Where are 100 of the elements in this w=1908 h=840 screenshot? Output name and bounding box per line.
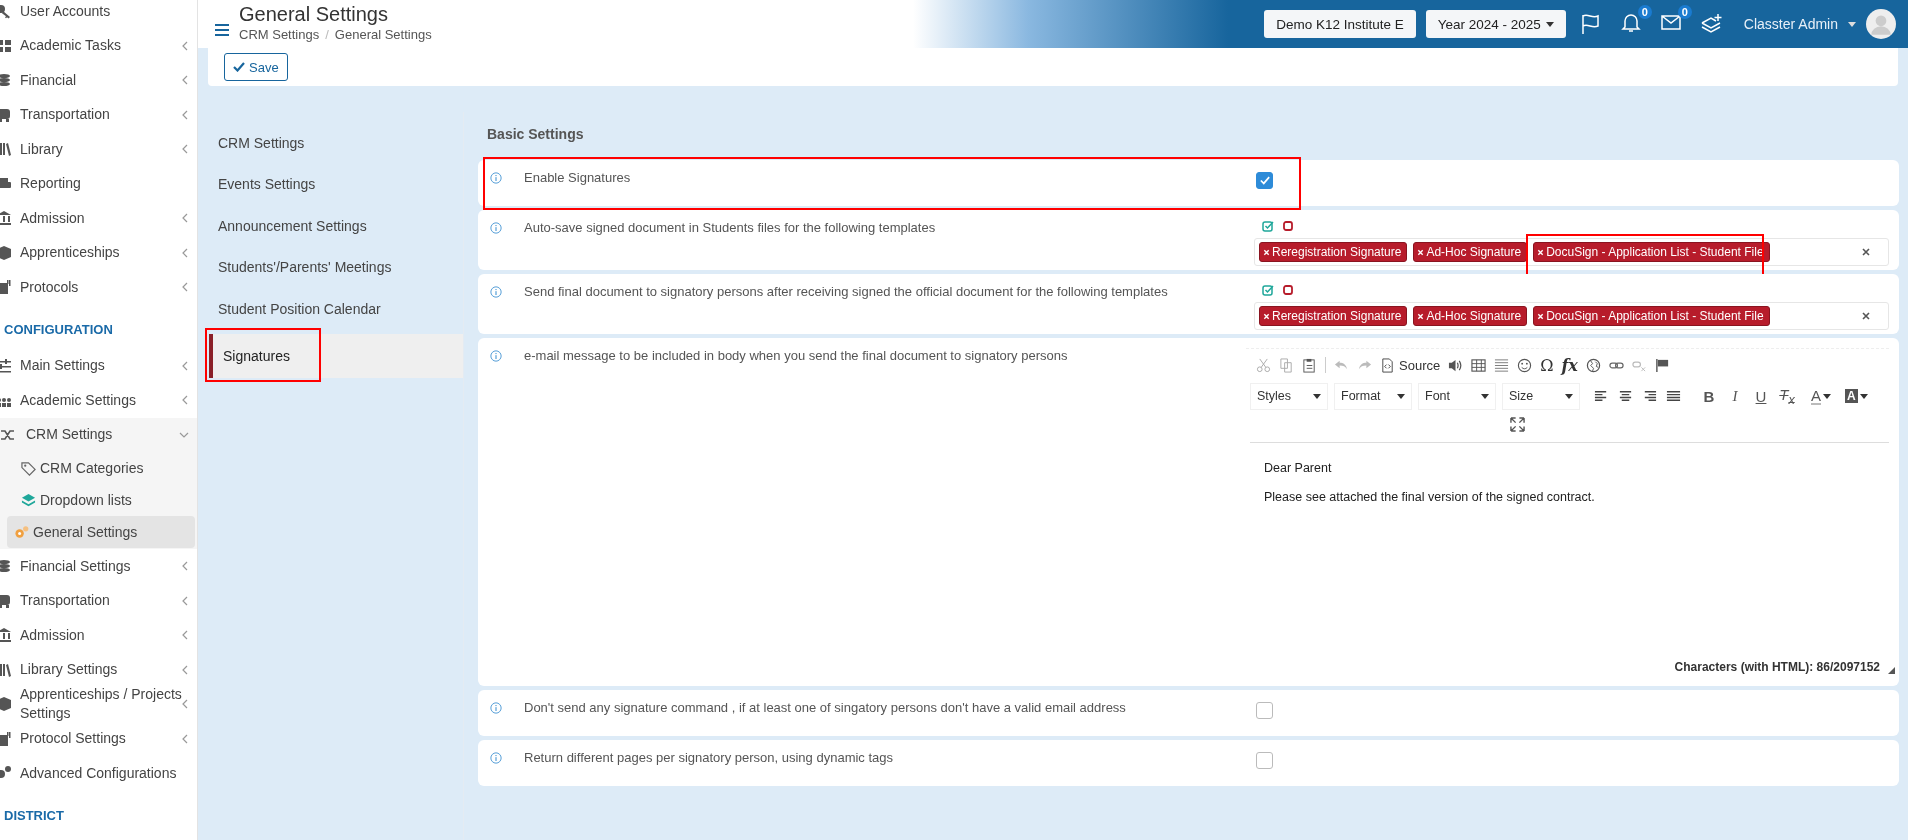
year-selector[interactable]: Year 2024 - 2025 [1425, 10, 1566, 38]
user-menu[interactable]: Classter Admin [1743, 16, 1838, 32]
format-dropdown[interactable]: Font [1418, 382, 1496, 410]
clipboard-icon[interactable] [1302, 357, 1317, 373]
sidebar-subitem[interactable]: General Settings [7, 516, 195, 548]
clear-icon[interactable] [1862, 248, 1870, 256]
sidebar-item[interactable]: Advanced Configurations [20, 763, 211, 783]
speaker-icon[interactable] [1448, 357, 1464, 373]
align-right-icon[interactable] [1642, 388, 1657, 404]
info-icon[interactable] [490, 702, 502, 714]
text-color-button[interactable]: A [1811, 387, 1831, 405]
info-icon[interactable] [490, 286, 502, 298]
sidebar-item[interactable]: Academic Tasks [20, 36, 195, 56]
sidebar-item[interactable]: Library [20, 139, 195, 159]
sidebar-item[interactable]: Reporting [20, 174, 211, 194]
caret-icon [1313, 393, 1321, 399]
info-icon[interactable] [490, 172, 502, 184]
editor-text: Dear Parent [1264, 461, 1333, 475]
save-button[interactable]: Save [224, 53, 288, 81]
sidebar-item[interactable]: Academic Settings [20, 390, 195, 410]
format-dropdown[interactable]: Size [1502, 382, 1580, 410]
remove-icon[interactable] [1417, 248, 1425, 256]
sidebar-item[interactable]: Apprenticeships [20, 243, 195, 263]
special-character-button[interactable]: Ω [1540, 355, 1554, 375]
source-button[interactable]: Source [1380, 357, 1441, 373]
checkbox[interactable] [1256, 702, 1273, 719]
sidebar-item[interactable]: User Accounts [20, 1, 211, 21]
institute-selector[interactable]: Demo K12 Institute E [1264, 10, 1416, 38]
smiley-icon[interactable] [1517, 357, 1533, 373]
menu-icon[interactable] [215, 24, 229, 36]
tag: DocuSign - Application List - Student File [1533, 306, 1770, 326]
remove-icon[interactable] [1263, 312, 1270, 320]
sidebar-item[interactable]: Admission [20, 625, 195, 645]
info-icon[interactable] [490, 752, 502, 764]
tag: Reregistration Signature [1259, 306, 1408, 326]
checkbox[interactable] [1256, 172, 1273, 189]
sidebar-item[interactable]: Protocols [20, 277, 195, 297]
sidebar-item[interactable]: Apprenticeships / Projects Settings [20, 685, 195, 724]
align-center-icon[interactable] [1618, 388, 1633, 404]
sliders-icon [0, 357, 12, 374]
deselect-all-icon[interactable] [1282, 220, 1294, 232]
format-dropdown[interactable]: Styles [1250, 382, 1328, 410]
settings-menu-item[interactable]: CRM Settings [209, 122, 463, 164]
info-icon[interactable] [490, 350, 502, 362]
avatar-icon[interactable] [1866, 9, 1896, 39]
check-icon [1259, 176, 1270, 185]
books-icon [0, 661, 12, 678]
settings-menu-item[interactable]: Students'/Parents' Meetings [209, 246, 463, 288]
sidebar-item[interactable]: Financial Settings [20, 556, 195, 576]
sidebar-item[interactable]: Protocol Settings [20, 729, 195, 749]
sidebar-section-title: CONFIGURATION [3, 320, 114, 339]
setting-label: Don't send any signature command , if at least one of singatory persons don't have a valid email address [523, 700, 1127, 716]
bank-icon [0, 210, 12, 227]
coins-icon [0, 72, 12, 89]
deselect-all-icon[interactable] [1282, 284, 1294, 296]
format-button[interactable]: I [1725, 387, 1745, 405]
formula-button[interactable]: fx [1561, 355, 1578, 375]
clear-icon[interactable] [1862, 312, 1870, 320]
sidebar-item[interactable]: Transportation [20, 591, 195, 611]
select-all-icon[interactable] [1262, 220, 1274, 232]
settings-menu-item[interactable]: Student Position Calendar [209, 288, 463, 330]
checkbox[interactable] [1256, 752, 1273, 769]
align-left-icon[interactable] [1594, 388, 1609, 404]
tags-field[interactable]: Reregistration Signature Ad-Hoc Signature DocuSign - Application List - Student File [1254, 302, 1889, 330]
settings-menu-item[interactable]: Announcement Settings [209, 205, 463, 247]
settings-menu-item[interactable]: Events Settings [209, 163, 463, 205]
page-title: General Settings [239, 2, 389, 25]
sidebar-item[interactable]: Library Settings [20, 660, 195, 680]
maximize-icon[interactable] [1510, 417, 1525, 432]
remove-icon[interactable] [1537, 312, 1545, 320]
globe-icon[interactable] [1585, 357, 1601, 373]
caret-icon [1481, 393, 1489, 399]
format-dropdown[interactable]: Format [1334, 382, 1412, 410]
flag-icon[interactable] [1654, 357, 1670, 373]
sidebar-item[interactable]: CRM Settings [26, 425, 193, 445]
format-button[interactable]: U [1751, 387, 1771, 405]
sidebar-item[interactable]: Financial [20, 70, 195, 90]
grid-icon [0, 37, 12, 54]
notification-badge: 0 [1637, 5, 1652, 19]
justify-icon[interactable] [1666, 388, 1681, 404]
select-all-icon[interactable] [1262, 284, 1274, 296]
key-icon [0, 3, 12, 20]
info-icon[interactable] [490, 222, 502, 234]
sidebar-subitem[interactable]: CRM Categories [7, 452, 195, 484]
horizontal-rule-icon[interactable] [1494, 357, 1510, 373]
remove-icon[interactable] [1417, 312, 1425, 320]
breadcrumb-item[interactable]: CRM Settings [239, 26, 320, 42]
character-counter: Characters (with HTML): 86/2097152 [1674, 659, 1880, 674]
caret-icon [1823, 393, 1831, 399]
remove-icon[interactable] [1263, 248, 1270, 256]
sidebar-subitem[interactable]: Dropdown lists [7, 484, 195, 516]
table-icon[interactable] [1471, 357, 1487, 373]
sidebar-item[interactable]: Admission [20, 208, 195, 228]
setting-label: Send final document to signatory persons after receiving signed the official document for the following templates [523, 284, 1169, 300]
message-badge: 0 [1677, 5, 1692, 19]
sidebar-item[interactable]: Main Settings [20, 356, 195, 376]
resize-handle-icon[interactable] [1888, 667, 1895, 674]
sidebar-item[interactable]: Transportation [20, 105, 195, 125]
remove-icon[interactable] [1537, 248, 1545, 256]
format-button[interactable]: B [1699, 387, 1719, 405]
